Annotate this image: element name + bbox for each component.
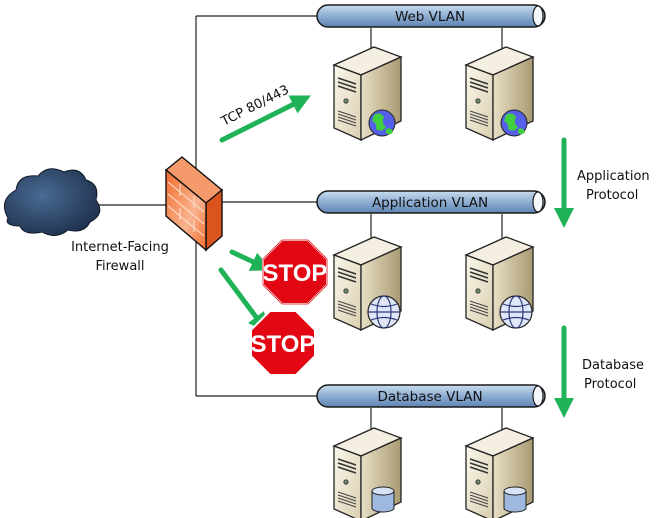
application-vlan-label: Application VLAN xyxy=(372,195,488,211)
blocked-arrow-1 xyxy=(229,249,272,271)
application-server-2 xyxy=(465,236,534,331)
network-diagram: Web VLAN Application VLAN Database VLAN xyxy=(3,4,650,518)
db-protocol-label-line2: Protocol xyxy=(584,377,636,392)
web-vlan-label: Web VLAN xyxy=(395,9,465,25)
wireframe-globe-icon xyxy=(367,295,401,329)
firewall-label-line2: Firewall xyxy=(95,259,144,274)
app-protocol-label-line1: Application xyxy=(577,169,650,184)
brick-firewall-icon xyxy=(164,156,224,252)
db-protocol-label-line1: Database xyxy=(582,358,644,373)
application-vlan-bus: Application VLAN xyxy=(316,190,546,214)
database-vlan-bus: Database VLAN xyxy=(316,384,546,408)
database-icon xyxy=(503,486,527,513)
web-vlan-bus: Web VLAN xyxy=(316,4,546,28)
internet-cloud-icon xyxy=(3,168,101,236)
database-vlan-label: Database VLAN xyxy=(377,389,482,405)
application-server-1 xyxy=(333,236,402,331)
web-server-2 xyxy=(465,46,534,141)
globe-icon xyxy=(368,109,396,137)
database-server-2 xyxy=(465,427,534,518)
app-protocol-label-line2: Protocol xyxy=(586,188,638,203)
globe-icon xyxy=(500,109,528,137)
blocked-arrow-2 xyxy=(218,267,268,334)
database-icon xyxy=(371,486,395,513)
web-server-1 xyxy=(333,46,402,141)
stop-sign-2: STOP xyxy=(250,310,316,376)
firewall-label-line1: Internet-Facing xyxy=(71,240,169,255)
wireframe-globe-icon xyxy=(499,295,533,329)
stop-sign-text: STOP xyxy=(263,260,328,287)
stop-sign-text: STOP xyxy=(251,331,316,358)
database-server-1 xyxy=(333,427,402,518)
stop-sign-1: STOP xyxy=(262,239,328,305)
